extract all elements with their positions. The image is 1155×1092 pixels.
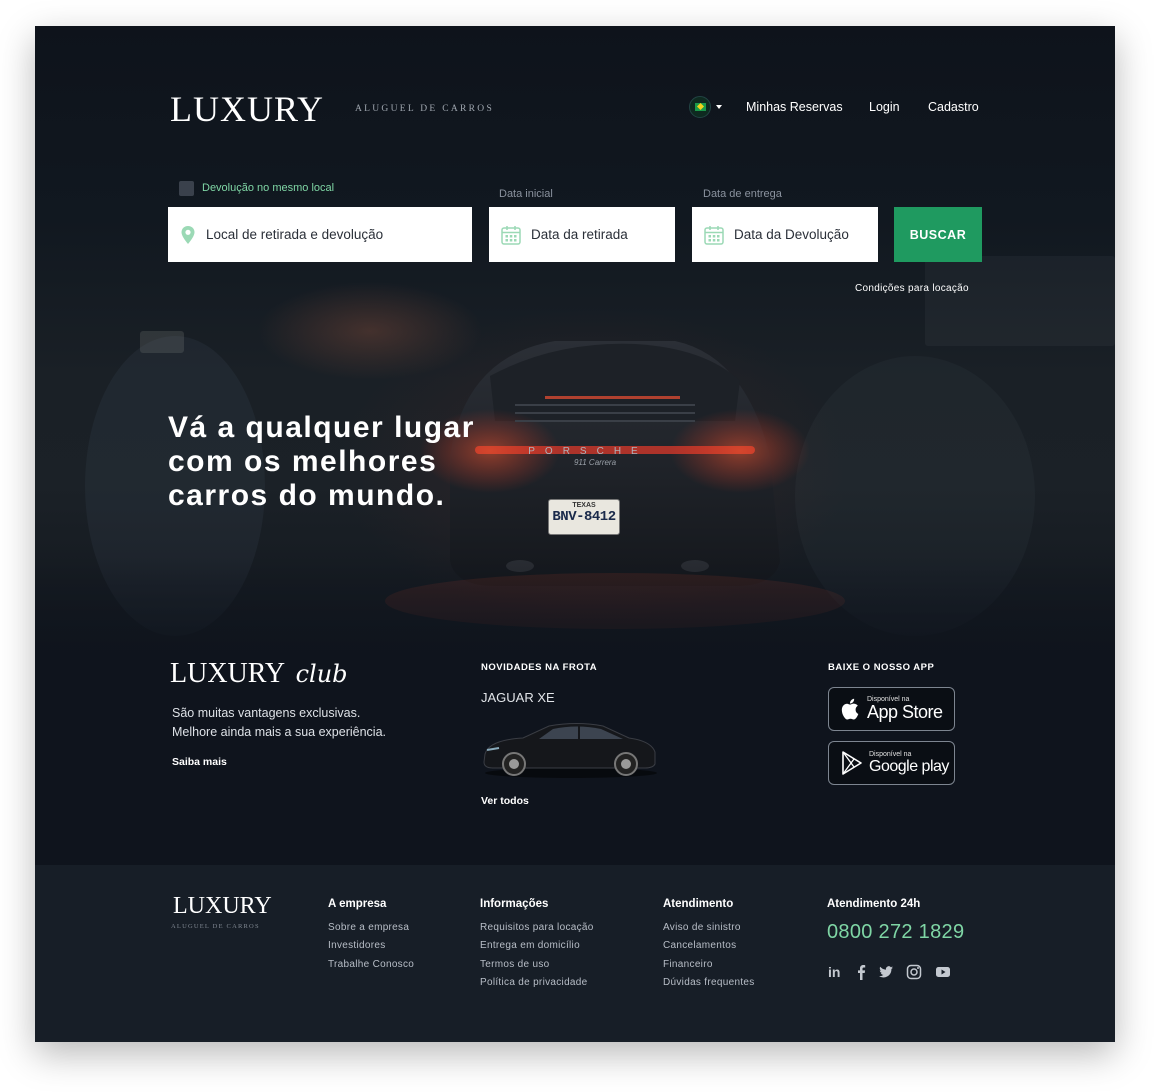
plate-state: TEXAS bbox=[572, 502, 596, 509]
language-selector[interactable] bbox=[689, 96, 711, 118]
google-play-big-text: Google play bbox=[869, 758, 949, 775]
fleet-car-name: JAGUAR XE bbox=[481, 690, 555, 705]
hero-headline-line-2: com os melhores bbox=[168, 445, 438, 478]
car-model-badge: 911 Carrera bbox=[573, 458, 617, 467]
club-logo-script: club bbox=[295, 660, 348, 688]
footer-col-informacoes-title: Informações bbox=[480, 898, 549, 910]
youtube-icon[interactable] bbox=[935, 964, 951, 980]
license-plate: TEXAS BNV-8412 bbox=[548, 499, 620, 535]
club-logo-text: LUXURY bbox=[170, 658, 286, 689]
footer-link[interactable]: Cancelamentos bbox=[663, 940, 736, 951]
svg-text:in: in bbox=[828, 964, 840, 980]
search-button[interactable]: BUSCAR bbox=[894, 207, 982, 262]
page-frame: PORSCHE 911 Carrera TEXAS BNV-8412 LUXUR… bbox=[35, 26, 1115, 1042]
location-input[interactable]: Local de retirada e devolução bbox=[168, 207, 472, 262]
hero-fade bbox=[35, 556, 1115, 666]
fleet-title: NOVIDADES NA FROTA bbox=[481, 662, 598, 673]
club-learn-more-link[interactable]: Saiba mais bbox=[172, 756, 227, 768]
nav-minhas-reservas[interactable]: Minhas Reservas bbox=[746, 100, 843, 114]
facebook-icon[interactable] bbox=[855, 964, 867, 980]
instagram-icon[interactable] bbox=[906, 964, 922, 980]
pickup-date-placeholder: Data da retirada bbox=[531, 227, 628, 242]
hero-headline-line-3: carros do mundo. bbox=[168, 479, 446, 512]
calendar-icon bbox=[501, 225, 521, 245]
footer-support-title: Atendimento 24h bbox=[827, 898, 921, 910]
hero-headline: Vá a qualquer lugar com os melhores carr… bbox=[168, 411, 475, 513]
end-date-label: Data de entrega bbox=[703, 188, 782, 200]
google-play-icon bbox=[842, 751, 862, 775]
club-logo[interactable]: LUXURY club bbox=[170, 658, 348, 690]
club-description-line-1: São muitas vantagens exclusivas. bbox=[172, 706, 361, 720]
support-phone[interactable]: 0800 272 1829 bbox=[827, 921, 964, 944]
twitter-icon[interactable] bbox=[878, 964, 894, 980]
footer-link[interactable]: Aviso de sinistro bbox=[663, 922, 741, 933]
nav-login[interactable]: Login bbox=[869, 100, 900, 114]
nav-cadastro[interactable]: Cadastro bbox=[928, 100, 979, 114]
footer-link[interactable]: Requisitos para locação bbox=[480, 922, 594, 933]
return-date-placeholder: Data da Devolução bbox=[734, 227, 849, 242]
club-description-line-2: Melhore ainda mais a sua experiência. bbox=[172, 725, 387, 739]
google-play-button[interactable]: Disponível na Google play bbox=[828, 741, 955, 785]
header-tagline: ALUGUEL DE CARROS bbox=[355, 104, 495, 114]
apple-icon bbox=[841, 698, 859, 720]
footer-link[interactable]: Termos de uso bbox=[480, 959, 550, 970]
google-play-small-text: Disponível na bbox=[869, 751, 912, 758]
footer-link[interactable]: Dúvidas frequentes bbox=[663, 977, 755, 988]
rental-conditions-link[interactable]: Condições para locação bbox=[855, 283, 969, 294]
footer-link[interactable]: Financeiro bbox=[663, 959, 713, 970]
same-location-checkbox[interactable] bbox=[179, 181, 194, 196]
start-date-label: Data inicial bbox=[499, 188, 553, 200]
footer-logo[interactable]: LUXURY bbox=[173, 893, 272, 920]
same-location-label[interactable]: Devolução no mesmo local bbox=[202, 182, 334, 194]
location-placeholder: Local de retirada e devolução bbox=[206, 227, 384, 242]
app-store-button[interactable]: Disponível na App Store bbox=[828, 687, 955, 731]
header-logo[interactable]: LUXURY bbox=[170, 88, 324, 130]
hero-headline-line-1: Vá a qualquer lugar bbox=[168, 411, 475, 444]
return-date-input[interactable]: Data da Devolução bbox=[692, 207, 878, 262]
footer-link[interactable]: Entrega em domicílio bbox=[480, 940, 580, 951]
brazil-flag-icon bbox=[694, 102, 706, 111]
plate-number: BNV-8412 bbox=[552, 509, 616, 525]
footer-tagline: ALUGUEL DE CARROS bbox=[171, 923, 260, 930]
chevron-down-icon[interactable] bbox=[716, 105, 722, 109]
footer-col-atendimento-title: Atendimento bbox=[663, 898, 734, 910]
app-title: BAIXE O NOSSO APP bbox=[828, 662, 935, 673]
fleet-view-all-link[interactable]: Ver todos bbox=[481, 795, 529, 807]
footer-link[interactable]: Investidores bbox=[328, 940, 386, 951]
linkedin-icon[interactable]: in bbox=[827, 964, 843, 980]
app-store-big-text: App Store bbox=[867, 702, 943, 722]
calendar-icon bbox=[704, 225, 724, 245]
footer-link[interactable]: Política de privacidade bbox=[480, 977, 588, 988]
footer-link[interactable]: Trabalhe Conosco bbox=[328, 959, 414, 970]
footer-link[interactable]: Sobre a empresa bbox=[328, 922, 409, 933]
pickup-date-input[interactable]: Data da retirada bbox=[489, 207, 675, 262]
map-pin-icon bbox=[181, 225, 195, 244]
footer-col-empresa-title: A empresa bbox=[328, 898, 387, 910]
fleet-car-image[interactable] bbox=[479, 718, 659, 780]
car-brand-badge: PORSCHE bbox=[528, 446, 648, 457]
footer: LUXURY ALUGUEL DE CARROS A empresa Sobre… bbox=[35, 865, 1115, 1042]
